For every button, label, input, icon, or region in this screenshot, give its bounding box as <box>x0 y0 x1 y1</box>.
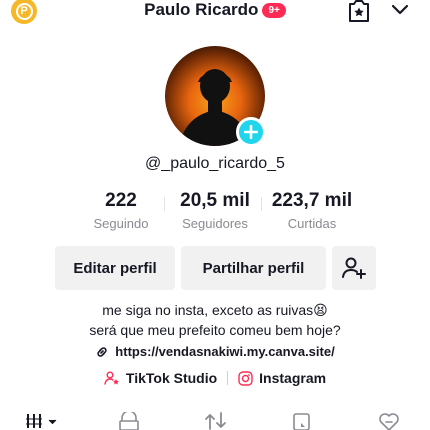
plus-icon <box>244 125 258 139</box>
content-tabs <box>0 410 430 430</box>
bio-line-1: me siga no insta, exceto as ruivas😫 <box>102 302 328 318</box>
likes-count: 223,7 mil <box>271 190 353 211</box>
username: @_paulo_ricardo_5 <box>145 155 285 172</box>
chevron-down-icon[interactable] <box>390 0 410 20</box>
bio: me siga no insta, exceto as ruivas😫 será… <box>0 300 430 340</box>
social-links: TikTok Studio Instagram <box>0 370 430 386</box>
bio-link[interactable]: https://vendasnakiwi.my.canva.site/ <box>0 344 430 359</box>
liked-icon[interactable] <box>377 412 401 430</box>
grid-icon[interactable] <box>25 412 63 430</box>
repost-icon[interactable] <box>204 412 228 430</box>
bio-line-2: será que meu prefeito comeu bem hoje? <box>89 322 341 338</box>
saved-icon[interactable] <box>292 412 314 430</box>
share-profile-button[interactable]: Partilhar perfil <box>181 246 326 290</box>
likes-label: Curtidas <box>287 216 337 231</box>
tiktok-studio-label: TikTok Studio <box>125 370 218 386</box>
account-title[interactable]: Paulo Ricardo <box>144 0 258 20</box>
add-friend-icon <box>342 257 366 279</box>
stat-likes[interactable]: 223,7 mil Curtidas <box>257 190 367 232</box>
notification-badge: 9+ <box>262 2 286 18</box>
add-avatar-button[interactable] <box>236 117 266 147</box>
followers-label: Seguidores <box>182 216 248 231</box>
instagram-label: Instagram <box>259 370 327 386</box>
bio-link-url: https://vendasnakiwi.my.canva.site/ <box>115 344 335 359</box>
edit-profile-button[interactable]: Editar perfil <box>55 246 175 290</box>
instagram-icon <box>238 370 253 386</box>
tiktok-studio-link[interactable]: TikTok Studio <box>104 370 217 386</box>
instagram-link[interactable]: Instagram <box>238 370 326 386</box>
add-friend-button[interactable] <box>332 246 376 290</box>
lock-icon[interactable] <box>118 412 140 430</box>
top-bar: P Paulo Ricardo 9+ <box>0 0 430 26</box>
tiktok-studio-icon <box>104 371 119 385</box>
divider <box>227 371 229 385</box>
link-icon <box>97 346 107 357</box>
stat-followers[interactable]: 20,5 mil Seguidores <box>160 190 270 232</box>
favorites-icon[interactable] <box>347 0 371 22</box>
followers-count: 20,5 mil <box>180 190 250 211</box>
